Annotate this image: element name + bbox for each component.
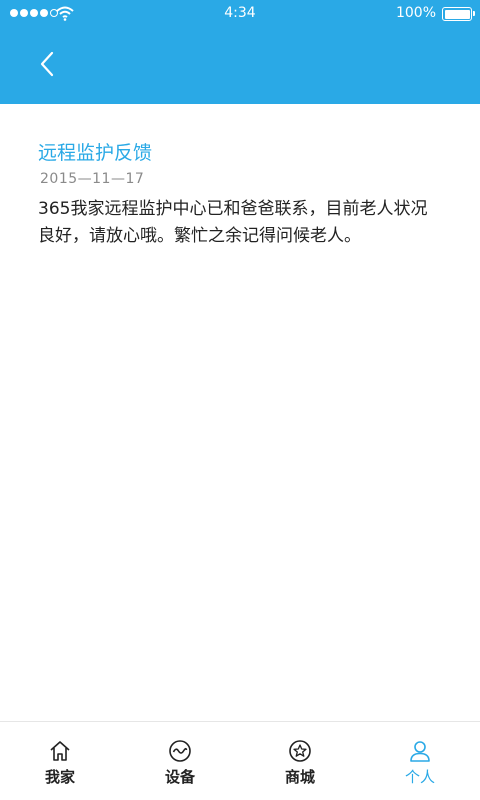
- status-bar: 4:34 100%: [0, 0, 480, 28]
- article-content: 远程监护反馈 2015—11—17 365我家远程监护中心已和爸爸联系，目前老人…: [0, 104, 480, 720]
- star-circle-icon: [289, 740, 311, 762]
- chevron-left-icon: [40, 51, 54, 77]
- battery-icon: [442, 7, 475, 21]
- back-button[interactable]: [30, 44, 64, 84]
- article-title: 远程监护反馈: [38, 142, 153, 164]
- battery-percent: 100%: [395, 5, 436, 21]
- header-bar: 4:34 100%: [0, 0, 480, 104]
- tab-profile[interactable]: 个人: [360, 722, 480, 800]
- article-body: 365我家远程监护中心已和爸爸联系，目前老人状况良好，请放心哦。繁忙之余记得问候…: [38, 199, 428, 246]
- article-date: 2015—11—17: [40, 171, 145, 187]
- device-wave-icon: [169, 740, 191, 762]
- tab-mall[interactable]: 商城: [240, 722, 360, 800]
- tab-profile-label: 个人: [404, 768, 435, 786]
- tab-mall-label: 商城: [284, 768, 315, 786]
- tab-devices-label: 设备: [164, 768, 195, 786]
- tab-devices[interactable]: 设备: [120, 722, 240, 800]
- home-icon: [50, 741, 70, 761]
- tab-home-label: 我家: [44, 768, 75, 786]
- bottom-tab-bar: 我家 设备 商城 个人: [0, 721, 480, 800]
- person-icon: [410, 741, 430, 762]
- tab-home[interactable]: 我家: [0, 722, 120, 800]
